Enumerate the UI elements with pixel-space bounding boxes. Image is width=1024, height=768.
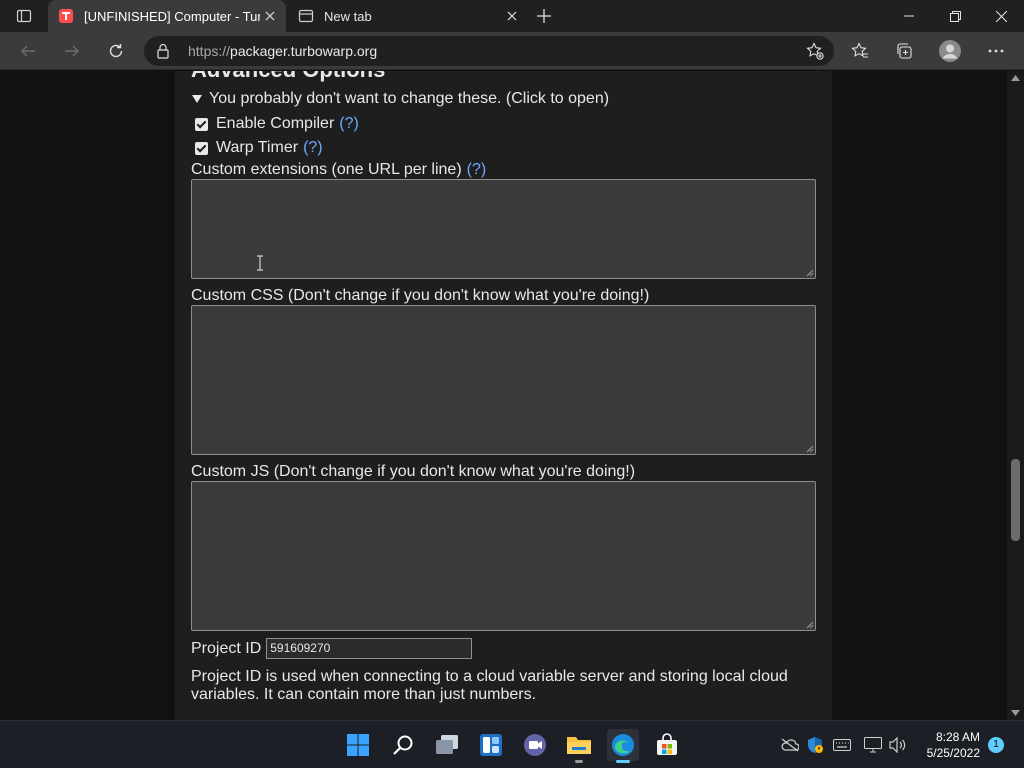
back-button[interactable] <box>14 37 42 65</box>
clock-date: 5/25/2022 <box>926 746 980 760</box>
close-icon <box>995 10 1007 22</box>
plus-icon <box>537 9 551 23</box>
scroll-up-icon[interactable] <box>1011 75 1020 81</box>
lock-icon[interactable] <box>156 43 170 64</box>
project-id-note: Project ID is used when connecting to a … <box>191 668 788 703</box>
browser-tab-strip: [UNFINISHED] Computer - Turbo New tab <box>0 0 1024 32</box>
custom-js-label: Custom JS (Don't change if you don't kno… <box>191 463 636 480</box>
tab-title: New tab <box>324 8 372 24</box>
tab-turbowarp[interactable]: [UNFINISHED] Computer - Turbo <box>48 0 286 32</box>
custom-css-label: Custom CSS (Don't change if you don't kn… <box>191 287 650 304</box>
page-viewport: Advanced Options You probably don't want… <box>0 71 1007 720</box>
tab-title: [UNFINISHED] Computer - Turbo <box>84 8 260 24</box>
edge-icon <box>612 734 634 756</box>
scrollbar-thumb[interactable] <box>1011 459 1020 541</box>
file-explorer-icon <box>567 737 591 754</box>
tab-new-tab[interactable]: New tab <box>288 0 528 32</box>
custom-js-textarea[interactable] <box>191 481 816 631</box>
widgets-button[interactable] <box>475 729 507 761</box>
system-clock[interactable]: 8:28 AM 5/25/2022 <box>916 729 980 761</box>
disclosure-triangle-icon <box>192 95 202 103</box>
summary-text: You probably don't want to change these.… <box>209 90 610 107</box>
widgets-icon <box>480 734 502 756</box>
collections-icon <box>897 43 912 59</box>
favorites-button[interactable] <box>846 37 874 65</box>
network-tray-icon[interactable] <box>863 735 883 755</box>
options-panel: Advanced Options You probably don't want… <box>175 71 832 720</box>
scroll-down-icon[interactable] <box>1011 710 1020 716</box>
enable-compiler-help-link[interactable]: (?) <box>339 115 359 133</box>
new-tab-button[interactable] <box>532 4 556 28</box>
search-icon <box>393 735 413 755</box>
teams-chat-icon <box>524 734 546 756</box>
url-text: https://packager.turbowarp.org <box>188 43 378 59</box>
store-icon <box>657 733 677 755</box>
warp-timer-label: Warp Timer <box>216 139 299 156</box>
close-tab-icon[interactable] <box>262 8 278 24</box>
text-cursor-icon <box>257 255 263 271</box>
volume-tray-icon[interactable] <box>888 735 908 755</box>
browser-toolbar: https://packager.turbowarp.org <box>0 32 1024 70</box>
profile-button[interactable] <box>936 37 964 65</box>
keyboard-tray-icon[interactable] <box>832 735 852 755</box>
restore-button[interactable] <box>932 0 978 32</box>
warp-timer-help-link[interactable]: (?) <box>303 139 323 157</box>
start-button[interactable] <box>342 729 374 761</box>
resize-grip-icon[interactable] <box>806 621 814 629</box>
edge-button[interactable] <box>607 729 639 763</box>
enable-compiler-checkbox[interactable] <box>195 117 208 131</box>
favorites-icon <box>851 42 868 58</box>
enable-compiler-label: Enable Compiler <box>216 115 335 132</box>
minimize-icon <box>904 15 914 17</box>
warp-timer-row: Warp Timer (?) <box>195 139 323 157</box>
close-window-button[interactable] <box>978 0 1024 32</box>
collections-button[interactable] <box>890 37 918 65</box>
turbowarp-favicon-icon <box>58 8 74 24</box>
clock-time: 8:28 AM <box>935 730 980 744</box>
section-title: Advanced Options <box>191 71 385 83</box>
resize-grip-icon[interactable] <box>806 445 814 453</box>
running-indicator <box>575 760 583 763</box>
security-tray-icon[interactable] <box>805 735 825 755</box>
tab-actions-button[interactable] <box>8 5 40 27</box>
new-tab-favicon-icon <box>298 8 314 24</box>
minimize-button[interactable] <box>886 0 932 32</box>
refresh-icon <box>109 44 123 58</box>
restore-icon <box>949 10 961 22</box>
avatar-icon <box>939 40 961 62</box>
start-icon <box>347 734 369 756</box>
enable-compiler-row: Enable Compiler (?) <box>195 115 359 133</box>
forward-button[interactable] <box>58 37 86 65</box>
advanced-options-summary[interactable]: You probably don't want to change these.… <box>192 90 609 108</box>
task-view-button[interactable] <box>431 729 463 761</box>
arrow-left-icon <box>21 45 35 57</box>
page-scrollbar[interactable] <box>1007 71 1024 720</box>
onedrive-tray-icon[interactable] <box>780 735 800 755</box>
project-id-label: Project ID <box>191 639 262 657</box>
settings-menu-button[interactable] <box>982 37 1010 65</box>
custom-extensions-label: Custom extensions (one URL per line) (?) <box>191 161 487 178</box>
custom-extensions-textarea[interactable] <box>191 179 816 279</box>
notification-badge[interactable]: 1 <box>988 737 1004 753</box>
project-id-row: Project ID 591609270 <box>191 638 473 659</box>
add-favorite-icon[interactable] <box>806 42 824 65</box>
arrow-right-icon <box>65 45 79 57</box>
custom-css-textarea[interactable] <box>191 305 816 455</box>
tab-actions-icon <box>16 9 32 23</box>
store-button[interactable] <box>651 729 683 761</box>
close-tab-icon[interactable] <box>504 8 520 24</box>
windows-taskbar: 8:28 AM 5/25/2022 1 <box>0 720 1024 768</box>
teams-chat-button[interactable] <box>519 729 551 761</box>
warp-timer-checkbox[interactable] <box>195 141 208 155</box>
more-icon <box>988 49 1004 53</box>
search-button[interactable] <box>387 729 419 761</box>
refresh-button[interactable] <box>102 37 130 65</box>
custom-extensions-help-link[interactable]: (?) <box>467 161 487 178</box>
project-id-input[interactable]: 591609270 <box>266 638 473 659</box>
resize-grip-icon[interactable] <box>806 269 814 277</box>
task-view-icon <box>436 735 458 754</box>
file-explorer-button[interactable] <box>563 729 595 763</box>
active-indicator <box>616 760 630 763</box>
address-bar[interactable]: https://packager.turbowarp.org <box>144 36 834 66</box>
